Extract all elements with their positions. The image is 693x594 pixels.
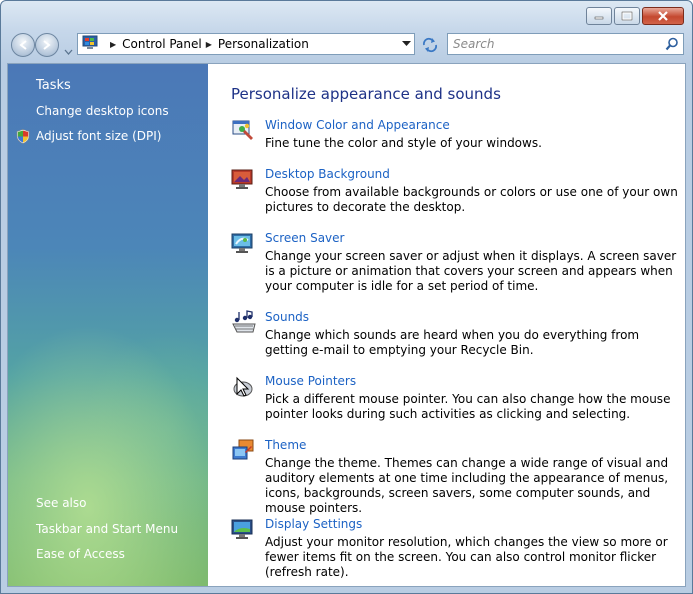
screen-saver-icon[interactable] [231, 231, 255, 255]
theme-link[interactable]: Theme [265, 438, 306, 452]
refresh-icon [422, 37, 438, 53]
window-color-icon[interactable] [231, 118, 255, 142]
refresh-button[interactable] [419, 35, 441, 55]
window-color-description: Fine tune the color and style of your wi… [265, 136, 542, 150]
close-icon [658, 11, 668, 21]
address-dropdown-button[interactable] [398, 34, 414, 54]
theme-icon[interactable] [231, 438, 255, 462]
chevron-down-icon [401, 41, 411, 46]
maximize-button[interactable] [614, 7, 640, 25]
breadcrumb-separator-icon[interactable]: ▶ [110, 40, 116, 49]
screen-saver-link[interactable]: Screen Saver [265, 231, 344, 245]
close-button[interactable] [642, 7, 684, 25]
back-arrow-icon [19, 40, 27, 50]
breadcrumb-separator-icon[interactable]: ▶ [206, 40, 212, 49]
breadcrumb-personalization[interactable]: Personalization [218, 37, 309, 51]
display-settings-description: Adjust your monitor resolution, which ch… [265, 535, 668, 579]
sounds-icon[interactable] [231, 310, 256, 334]
sounds-description: Change which sounds are heard when you d… [265, 328, 640, 357]
chevron-down-icon [64, 49, 73, 55]
task-pane: Tasks Change desktop icons Adjust font s… [8, 64, 208, 586]
navigation-bar: ▶ Control Panel ▶ Personalization Search [9, 32, 684, 58]
back-button[interactable] [11, 33, 35, 57]
display-settings-icon[interactable] [231, 517, 255, 541]
sidebar-link-taskbar-start-menu[interactable]: Taskbar and Start Menu [36, 522, 178, 536]
recent-pages-dropdown[interactable] [64, 40, 73, 59]
display-settings-link[interactable]: Display Settings [265, 517, 362, 531]
mouse-pointers-link[interactable]: Mouse Pointers [265, 374, 356, 388]
sidebar-link-change-desktop-icons[interactable]: Change desktop icons [36, 104, 169, 118]
minimize-button[interactable] [586, 7, 612, 25]
page-title: Personalize appearance and sounds [231, 85, 501, 103]
search-input[interactable]: Search [453, 37, 495, 51]
desktop-background-link[interactable]: Desktop Background [265, 167, 390, 181]
window-color-link[interactable]: Window Color and Appearance [265, 118, 450, 132]
forward-button[interactable] [35, 33, 59, 57]
tasks-heading: Tasks [36, 78, 71, 93]
uac-shield-icon [16, 129, 30, 148]
sounds-link[interactable]: Sounds [265, 310, 309, 324]
see-also-heading: See also [36, 496, 87, 510]
mouse-pointers-icon[interactable] [231, 374, 255, 398]
personalization-window: ▶ Control Panel ▶ Personalization Search [0, 0, 693, 594]
sidebar-link-adjust-font-size[interactable]: Adjust font size (DPI) [36, 129, 161, 143]
search-box[interactable]: Search [447, 33, 684, 55]
control-panel-icon [82, 35, 100, 54]
mouse-pointers-description: Pick a different mouse pointer. You can … [265, 392, 671, 421]
theme-description: Change the theme. Themes can change a wi… [265, 456, 669, 515]
minimize-icon [594, 16, 604, 20]
address-bar[interactable]: ▶ Control Panel ▶ Personalization [77, 33, 415, 55]
sidebar-link-ease-of-access[interactable]: Ease of Access [36, 547, 125, 561]
desktop-background-icon[interactable] [231, 167, 255, 191]
breadcrumb-control-panel[interactable]: Control Panel [122, 37, 202, 51]
desktop-background-description: Choose from available backgrounds or col… [265, 185, 678, 214]
search-icon[interactable] [665, 37, 679, 54]
maximize-icon [621, 11, 633, 21]
screen-saver-description: Change your screen saver or adjust when … [265, 249, 677, 293]
forward-arrow-icon [43, 40, 51, 50]
content-area: Tasks Change desktop icons Adjust font s… [7, 63, 686, 587]
caption-buttons [586, 7, 684, 25]
main-panel: Personalize appearance and sounds Window… [208, 64, 685, 586]
